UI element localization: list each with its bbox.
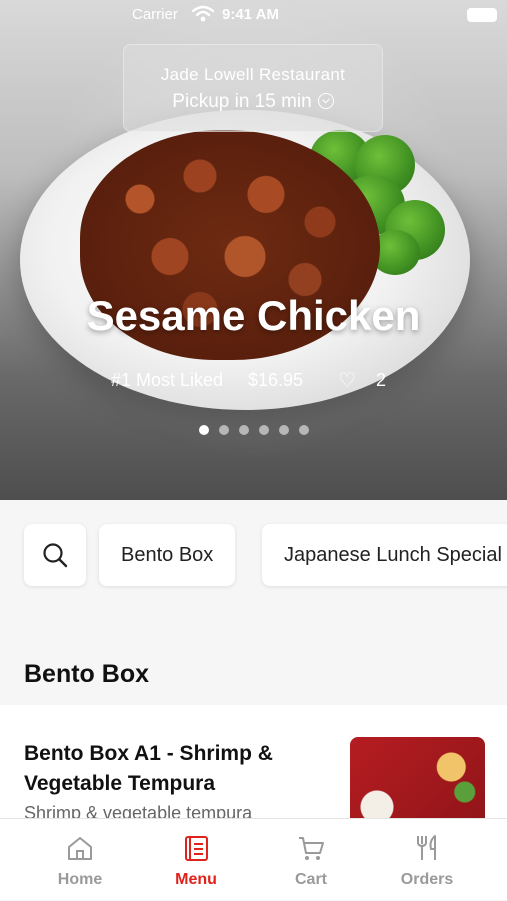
heart-icon: ♡ [338,370,357,392]
search-button[interactable] [24,524,86,586]
tab-cart-label: Cart [294,871,327,888]
menu-item-name: Bento Box A1 - Shrimp & Vegetable Tempur… [24,742,273,795]
carrier-label: Carrier [132,6,178,23]
likes[interactable]: ♡ 2 [328,370,396,392]
featured-dish-meta: #1 Most Liked $16.95 ♡ 2 [0,368,507,393]
battery-icon [467,8,497,22]
category-bar: Bento Box Japanese Lunch Special [0,500,507,615]
menu-item-photo [350,737,485,825]
tab-menu-label: Menu [175,871,217,888]
carousel-dot[interactable] [198,425,209,435]
restaurant-pickup-card[interactable]: Jade Lowell Restaurant Pickup in 15 min [123,44,383,132]
most-liked-badge: #1 Most Liked [110,370,223,390]
category-chip-japanese-lunch-special[interactable]: Japanese Lunch Special [262,524,507,586]
category-chip-bento-box[interactable]: Bento Box [99,524,236,586]
tab-orders-label: Orders [400,871,454,888]
carousel-dot[interactable] [238,425,249,435]
featured-dish-title: Sesame Chicken [86,292,421,339]
tab-home-label: Home [57,871,103,888]
hero-banner[interactable]: Carrier 9:41 AM Jade Lowell Restaurant P… [0,0,507,500]
status-bar: Carrier 9:41 AM [0,0,507,30]
home-icon [68,837,92,860]
pickup-label: Pickup in 15 min [172,91,312,112]
cart-icon [299,837,324,860]
search-icon [43,543,68,568]
chevron-circle-icon [317,93,334,109]
carousel-dot[interactable] [218,425,229,435]
wifi-icon [191,5,215,27]
tab-menu[interactable]: Menu [133,819,259,901]
tab-bar: Home Menu Cart Orders [0,818,507,900]
utensils-icon [417,835,436,860]
like-count: 2 [376,370,387,390]
restaurant-name: Jade Lowell Restaurant [160,65,346,84]
section-title: Bento Box [24,660,149,688]
tab-orders[interactable]: Orders [364,819,490,901]
tab-home[interactable]: Home [17,819,143,901]
tab-cart[interactable]: Cart [248,819,374,901]
dish-price: $16.95 [248,370,304,390]
carousel-dot[interactable] [258,425,269,435]
carousel-dot[interactable] [278,425,289,435]
pickup-time[interactable]: Pickup in 15 min [124,91,382,113]
clock: 9:41 AM [222,6,279,23]
carousel-dot[interactable] [298,425,309,435]
menu-icon [185,836,208,861]
menu-item-card[interactable]: Bento Box A1 - Shrimp & Vegetable Tempur… [0,705,507,825]
carousel-page-indicator[interactable] [0,422,507,440]
